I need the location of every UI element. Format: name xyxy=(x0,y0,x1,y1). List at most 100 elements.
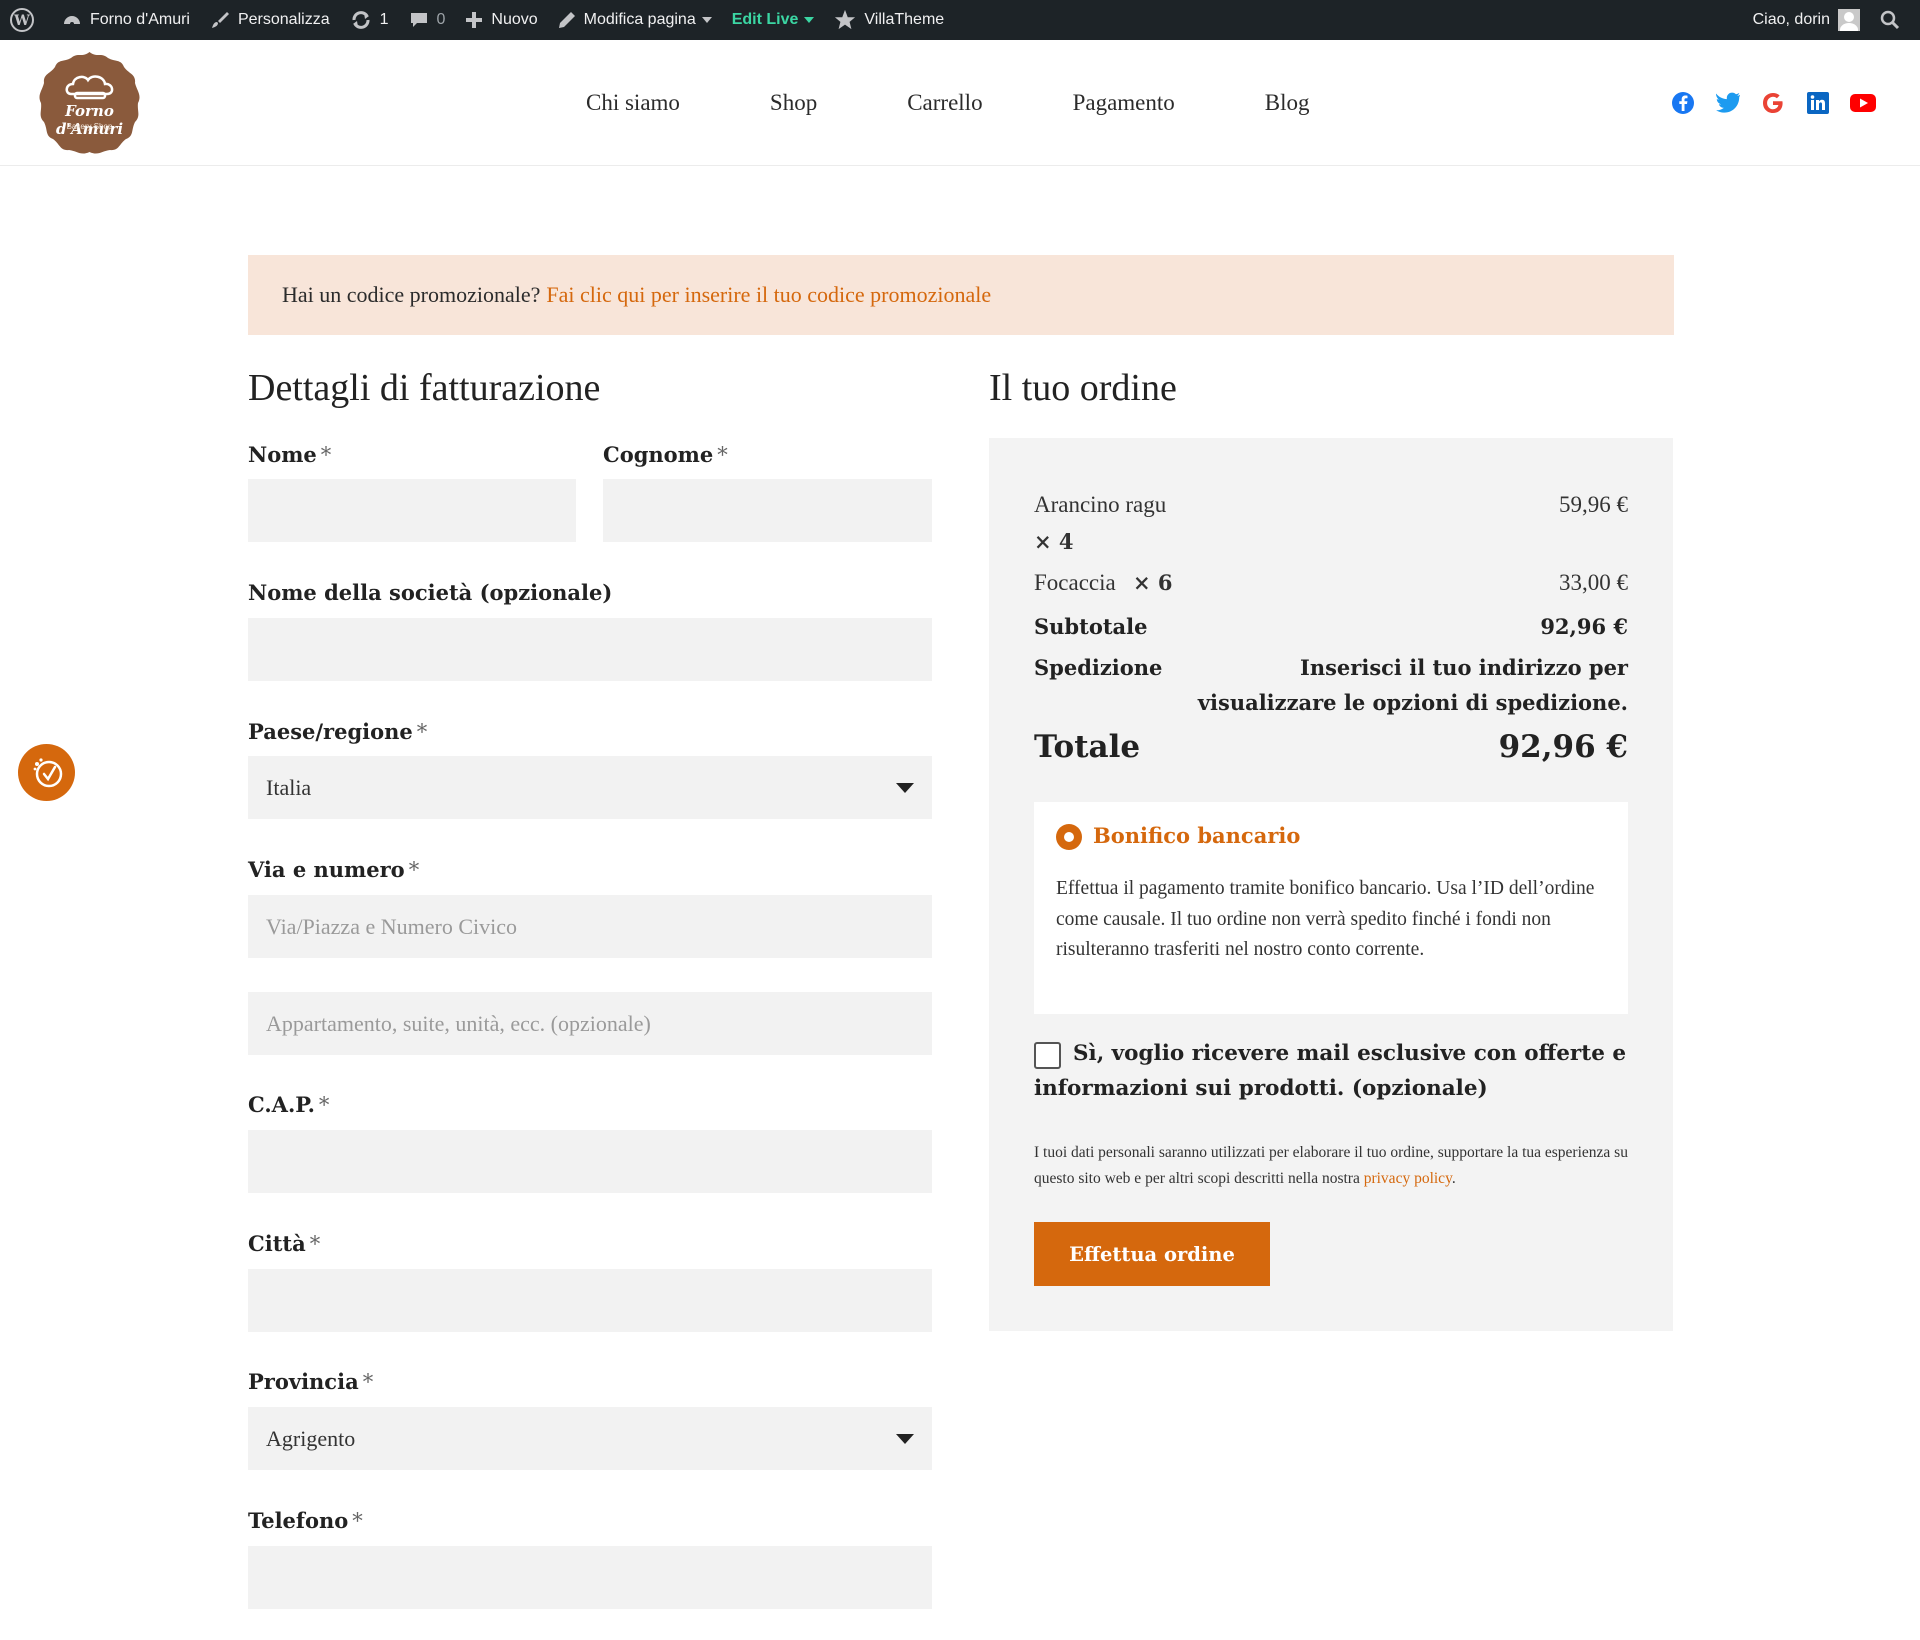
dropdown-arrow-icon xyxy=(896,783,914,793)
accessibility-button[interactable] xyxy=(18,744,75,801)
accessibility-icon xyxy=(33,757,62,787)
order-review: Arancino ragu × 4 59,96 € Focaccia × 6 3… xyxy=(989,438,1673,1331)
dropdown-arrow-icon xyxy=(896,1434,914,1444)
place-order-button[interactable]: Effettua ordine xyxy=(1034,1222,1270,1286)
comments-count: 0 xyxy=(436,11,446,28)
bank-transfer-description: Effettua il pagamento tramite bonifico b… xyxy=(1056,878,1595,960)
show-coupon-link[interactable]: Fai clic qui per inserire il tuo codice … xyxy=(546,282,991,308)
site-logo[interactable]: Forno d'Amuri Bakery Shop xyxy=(37,50,142,155)
youtube-icon[interactable] xyxy=(1850,90,1876,116)
last-name-label: Cognome * xyxy=(603,442,728,467)
site-name: Forno d'Amuri xyxy=(90,11,190,28)
newsletter-label[interactable]: Sì, voglio ricevere mail esclusive con o… xyxy=(1034,1036,1628,1106)
total-value: 92,96 € xyxy=(1498,729,1628,765)
phone-label: Telefono * xyxy=(248,1508,363,1533)
subtotal-value: 92,96 € xyxy=(1540,614,1628,639)
country-label: Paese/regione * xyxy=(248,719,428,744)
postcode-label: C.A.P. * xyxy=(248,1092,330,1117)
street-placeholder: Via/Piazza e Numero Civico xyxy=(266,913,517,939)
coupon-notice: Hai un codice promozionale? Fai clic qui… xyxy=(248,255,1674,335)
order-item: Arancino ragu × 4 59,96 € xyxy=(1034,486,1628,560)
last-name-input[interactable] xyxy=(603,479,932,542)
updates-icon xyxy=(352,11,370,29)
order-title: Il tuo ordine xyxy=(989,367,1177,409)
edit-live-menu[interactable]: Edit Live xyxy=(722,0,825,40)
customize-menu[interactable]: Personalizza xyxy=(200,0,340,40)
comments-menu[interactable]: 0 xyxy=(399,0,456,40)
bank-transfer-radio[interactable] xyxy=(1056,824,1082,850)
privacy-notice: I tuoi dati personali saranno utilizzati… xyxy=(1034,1144,1628,1187)
province-label: Provincia * xyxy=(248,1369,374,1394)
greeting: Ciao, dorin xyxy=(1752,11,1830,28)
nav-item-chi-siamo[interactable]: Chi siamo xyxy=(586,90,680,116)
site-name-menu[interactable]: Forno d'Amuri xyxy=(52,0,200,40)
site-header: Forno d'Amuri Bakery Shop Chi siamo Shop… xyxy=(0,40,1920,166)
chevron-down-icon xyxy=(701,17,712,23)
brush-icon xyxy=(211,12,229,28)
phone-input[interactable] xyxy=(248,1546,932,1609)
city-label: Città * xyxy=(248,1231,321,1256)
shipping-row: Spedizione Inserisci il tuo indirizzo pe… xyxy=(1034,650,1628,715)
company-label: Nome della società (opzionale) xyxy=(248,580,613,605)
first-name-input[interactable] xyxy=(248,479,576,542)
payment-methods: Bonifico bancario Effettua il pagamento … xyxy=(1034,802,1628,1014)
new-content-menu[interactable]: Nuovo xyxy=(455,0,547,40)
svg-text:W: W xyxy=(13,13,30,29)
total-row: Totale 92,96 € xyxy=(1034,722,1628,772)
street2-placeholder: Appartamento, suite, unità, ecc. (opzion… xyxy=(266,1010,651,1036)
street-label: Via e numero * xyxy=(248,857,420,882)
nav-item-pagamento[interactable]: Pagamento xyxy=(1073,90,1175,116)
pencil-icon xyxy=(558,12,575,28)
comment-icon xyxy=(410,13,427,27)
logo-text: Forno d'Amuri xyxy=(55,102,124,138)
google-icon[interactable] xyxy=(1760,90,1786,116)
shipping-label: Spedizione xyxy=(1034,655,1163,680)
shipping-value: Inserisci il tuo indirizzo per visualizz… xyxy=(1197,655,1628,715)
chevron-down-icon xyxy=(804,17,815,23)
company-input[interactable] xyxy=(248,618,932,681)
edit-page-label: Modifica pagina xyxy=(583,11,696,28)
edit-live-label: Edit Live xyxy=(731,11,799,28)
nav-item-blog[interactable]: Blog xyxy=(1265,90,1310,116)
logo-subtext: Bakery Shop xyxy=(66,122,113,131)
subtotal-row: Subtotale 92,96 € xyxy=(1034,608,1628,645)
updates-count: 1 xyxy=(379,11,389,28)
dashboard-icon xyxy=(64,16,80,26)
street2-input[interactable]: Appartamento, suite, unità, ecc. (opzion… xyxy=(248,992,932,1055)
nav-item-carrello[interactable]: Carrello xyxy=(907,90,982,116)
customize-label: Personalizza xyxy=(237,11,330,28)
star-icon xyxy=(835,9,856,30)
privacy-policy-link[interactable]: privacy policy xyxy=(1364,1170,1452,1187)
postcode-input[interactable] xyxy=(248,1130,932,1193)
twitter-icon[interactable] xyxy=(1715,90,1741,116)
bank-transfer-label[interactable]: Bonifico bancario xyxy=(1093,823,1300,848)
item-qty: × 6 xyxy=(1132,570,1173,595)
city-input[interactable] xyxy=(248,1269,932,1332)
street-input[interactable]: Via/Piazza e Numero Civico xyxy=(248,895,932,958)
order-item: Focaccia × 6 33,00 € xyxy=(1034,564,1628,601)
nav-item-shop[interactable]: Shop xyxy=(770,90,817,116)
newsletter-checkbox[interactable] xyxy=(1034,1042,1061,1069)
item-price: 33,00 € xyxy=(1559,570,1628,595)
admin-search[interactable] xyxy=(1870,0,1920,40)
linkedin-icon[interactable] xyxy=(1805,90,1831,116)
province-select[interactable]: Agrigento xyxy=(248,1407,932,1470)
social-links xyxy=(1651,40,1876,166)
edit-page-menu[interactable]: Modifica pagina xyxy=(548,0,722,40)
account-menu[interactable]: Ciao, dorin xyxy=(1743,0,1870,40)
avatar xyxy=(1838,9,1860,31)
villatheme-label: VillaTheme xyxy=(864,11,945,28)
item-price: 59,96 € xyxy=(1559,492,1628,517)
plus-icon xyxy=(466,12,483,28)
total-label: Totale xyxy=(1034,729,1141,765)
updates-menu[interactable]: 1 xyxy=(340,0,399,40)
item-name: Focaccia xyxy=(1034,570,1116,595)
billing-title: Dettagli di fatturazione xyxy=(248,367,601,409)
wordpress-logo-icon[interactable]: W xyxy=(0,0,52,40)
item-qty: × 4 xyxy=(1034,529,1074,554)
villatheme-menu[interactable]: VillaTheme xyxy=(824,0,954,40)
facebook-icon[interactable] xyxy=(1670,90,1696,116)
country-select[interactable]: Italia xyxy=(248,756,932,819)
main-navigation: Chi siamo Shop Carrello Pagamento Blog xyxy=(586,40,1310,166)
wp-admin-bar: W Forno d'Amuri Personalizza 1 0 Nuovo M… xyxy=(0,0,1920,40)
